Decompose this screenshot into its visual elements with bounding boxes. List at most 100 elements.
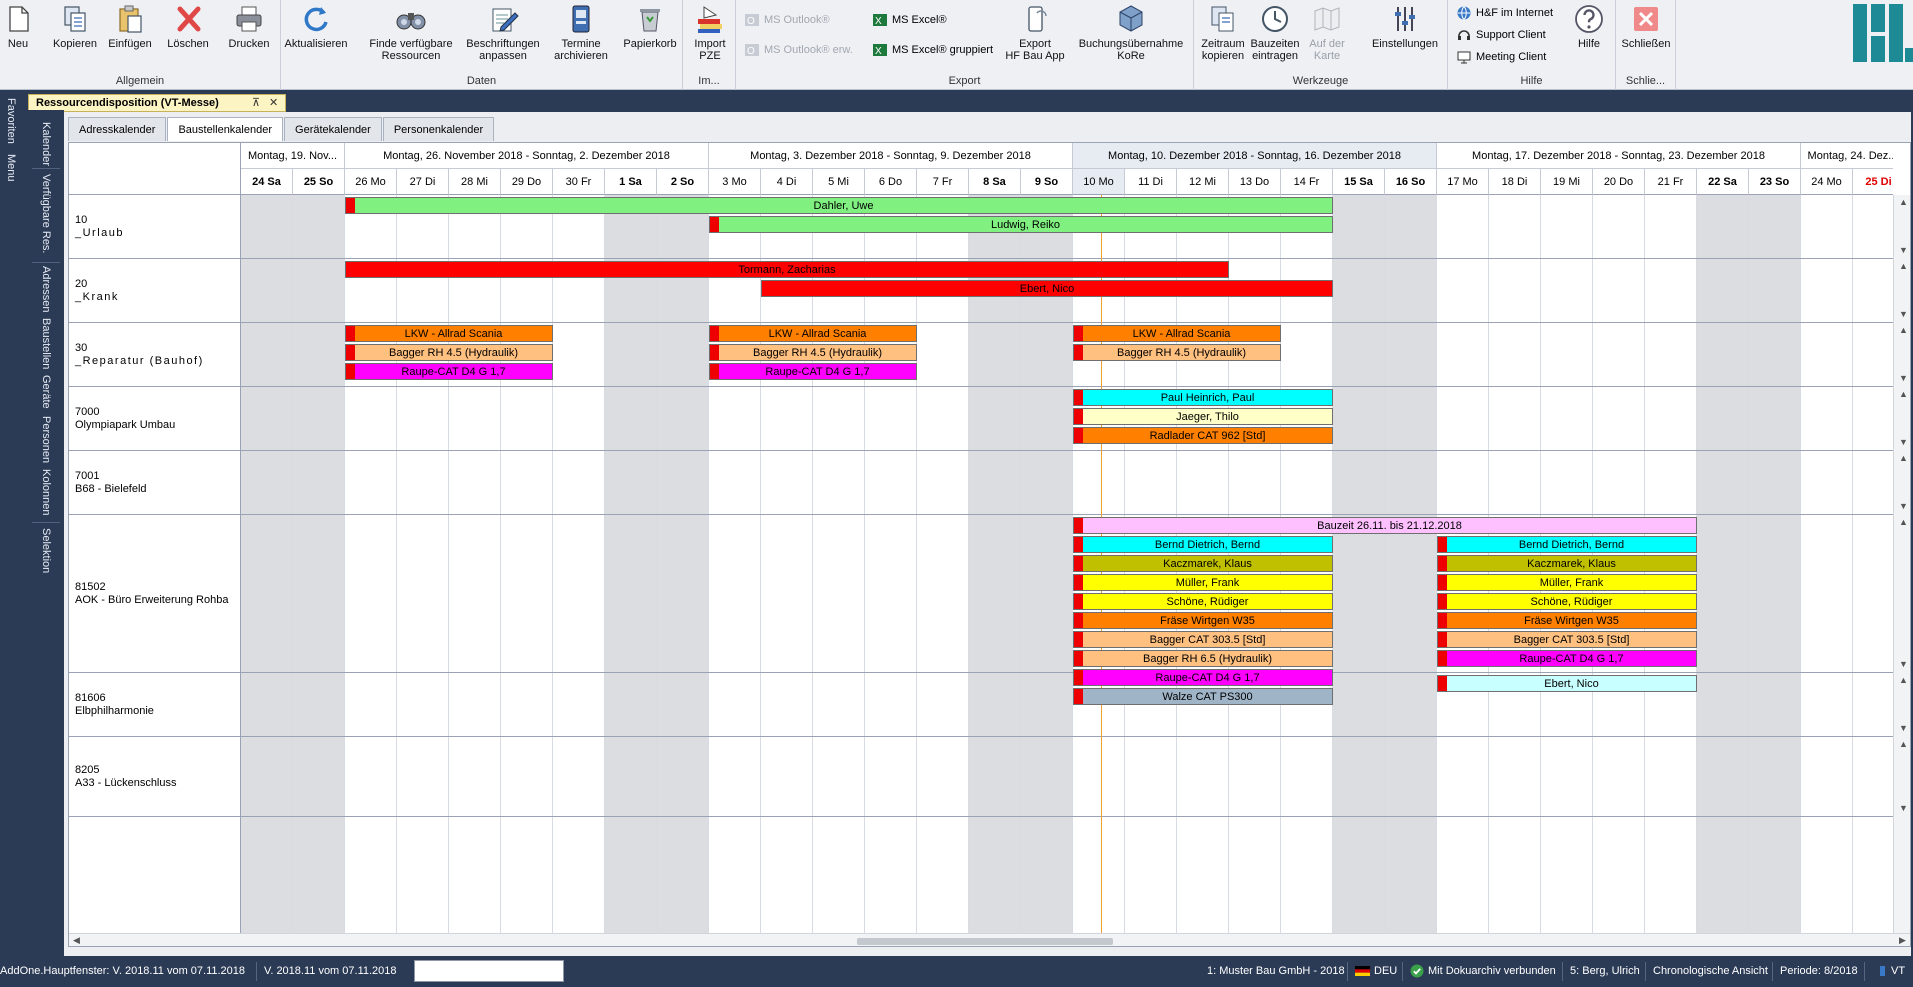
day-column[interactable]: [1021, 195, 1073, 933]
tab-adresskalender[interactable]: Adresskalender: [68, 117, 167, 141]
day-column[interactable]: [813, 195, 865, 933]
day-header[interactable]: 23 So: [1749, 169, 1801, 195]
sidebar-tab-kolonnen[interactable]: Kolonnen: [40, 469, 52, 516]
document-tab[interactable]: Ressourcendisposition (VT-Messe) ⊼ ✕: [28, 94, 286, 112]
meeting-client-button[interactable]: Meeting Client: [1456, 48, 1546, 66]
recycle-bin-button[interactable]: Papierkorb: [621, 3, 679, 69]
booking-bar[interactable]: Radlader CAT 962 [Std]: [1073, 427, 1333, 444]
favorites-tab[interactable]: Favoriten: [5, 98, 17, 144]
week-header[interactable]: Montag, 17. Dezember 2018 - Sonntag, 23.…: [1437, 143, 1801, 169]
day-column[interactable]: [293, 195, 345, 933]
settings-button[interactable]: Einstellungen: [1370, 3, 1440, 69]
booking-bar[interactable]: Paul Heinrich, Paul: [1073, 389, 1333, 406]
resource-row-label[interactable]: 7001 B68 - Bielefeld: [69, 451, 240, 515]
booking-bar[interactable]: Bagger RH 4.5 (Hydraulik): [1073, 344, 1281, 361]
day-column[interactable]: [709, 195, 761, 933]
booking-bar[interactable]: Fräse Wirtgen W35: [1437, 612, 1697, 629]
booking-bar[interactable]: Raupe-CAT D4 G 1,7: [1437, 650, 1697, 667]
booking-bar[interactable]: Schöne, Rüdiger: [1073, 593, 1333, 610]
day-header[interactable]: 30 Fr: [553, 169, 605, 195]
booking-bar[interactable]: Bagger RH 4.5 (Hydraulik): [345, 344, 553, 361]
day-column[interactable]: [1385, 195, 1437, 933]
day-header[interactable]: 8 Sa: [969, 169, 1021, 195]
booking-bar[interactable]: Müller, Frank: [1073, 574, 1333, 591]
copy-button[interactable]: Kopieren: [52, 3, 98, 69]
day-column[interactable]: [657, 195, 709, 933]
delete-button[interactable]: Löschen: [166, 3, 210, 69]
vertical-scrollbar[interactable]: ▲ ▼ ▲ ▼ ▲ ▼ ▲ ▼ ▲ ▼ ▲ ▼ ▲ ▼ ▲ ▼: [1893, 195, 1910, 933]
booking-bar[interactable]: LKW - Allrad Scania: [345, 325, 553, 342]
day-column[interactable]: [241, 195, 293, 933]
booking-bar[interactable]: Raupe-CAT D4 G 1,7: [709, 363, 917, 380]
day-header[interactable]: 27 Di: [397, 169, 449, 195]
hf-internet-link[interactable]: H&F im Internet: [1456, 4, 1553, 22]
enter-construction-times-button[interactable]: Bauzeiten eintragen: [1250, 3, 1300, 69]
day-header[interactable]: 15 Sa: [1333, 169, 1385, 195]
day-header[interactable]: 4 Di: [761, 169, 813, 195]
new-button[interactable]: Neu: [4, 3, 32, 69]
status-input-field[interactable]: [414, 960, 564, 982]
day-header[interactable]: 18 Di: [1489, 169, 1541, 195]
help-button[interactable]: Hilfe: [1568, 3, 1610, 69]
booking-bar[interactable]: Bauzeit 26.11. bis 21.12.2018: [1073, 517, 1697, 534]
day-column[interactable]: [1749, 195, 1801, 933]
day-header[interactable]: 16 So: [1385, 169, 1437, 195]
day-column[interactable]: [397, 195, 449, 933]
day-header[interactable]: 10 Mo: [1073, 169, 1125, 195]
week-header[interactable]: Montag, 19. Nov...: [241, 143, 345, 169]
resource-row-label[interactable]: 30 _Reparatur (Bauhof): [69, 323, 240, 387]
row-scroll-down-icon[interactable]: ▼: [1899, 659, 1908, 669]
booking-bar[interactable]: Bagger CAT 303.5 [Std]: [1073, 631, 1333, 648]
day-header[interactable]: 9 So: [1021, 169, 1073, 195]
scroll-left-icon[interactable]: ◀: [73, 935, 80, 946]
row-scroll-up-icon[interactable]: ▲: [1899, 739, 1908, 749]
paste-button[interactable]: Einfügen: [106, 3, 154, 69]
booking-bar[interactable]: Bagger CAT 303.5 [Std]: [1437, 631, 1697, 648]
tab-baustellenkalender[interactable]: Baustellenkalender: [167, 117, 284, 141]
row-scroll-up-icon[interactable]: ▲: [1899, 675, 1908, 685]
row-scroll-up-icon[interactable]: ▲: [1899, 389, 1908, 399]
day-column[interactable]: [761, 195, 813, 933]
resource-row-label[interactable]: 20 _Krank: [69, 259, 240, 323]
day-column[interactable]: [969, 195, 1021, 933]
day-column[interactable]: [605, 195, 657, 933]
export-ms-outlook-extended-button[interactable]: O MS Outlook® erw.: [744, 41, 853, 59]
booking-bar[interactable]: LKW - Allrad Scania: [1073, 325, 1281, 342]
resource-row-label[interactable]: 7000 Olympiapark Umbau: [69, 387, 240, 451]
sidebar-tab-verfuegbare-res[interactable]: Verfügbare Res.: [40, 174, 52, 254]
booking-bar[interactable]: LKW - Allrad Scania: [709, 325, 917, 342]
copy-period-button[interactable]: Zeitraum kopieren: [1200, 3, 1246, 69]
booking-bar[interactable]: Walze CAT PS300: [1073, 688, 1333, 705]
row-scroll-down-icon[interactable]: ▼: [1899, 245, 1908, 255]
row-scroll-up-icon[interactable]: ▲: [1899, 453, 1908, 463]
day-column[interactable]: [865, 195, 917, 933]
refresh-button[interactable]: Aktualisieren: [285, 3, 348, 69]
day-header[interactable]: 5 Mi: [813, 169, 865, 195]
close-button[interactable]: Schließen: [1620, 3, 1672, 69]
horizontal-scroll-thumb[interactable]: [857, 938, 1113, 945]
print-button[interactable]: Drucken: [226, 3, 272, 69]
resource-row-label[interactable]: 81606 Elbphilharmonie: [69, 673, 240, 737]
day-header[interactable]: 19 Mi: [1541, 169, 1593, 195]
booking-bar[interactable]: Ebert, Nico: [761, 280, 1333, 297]
day-column[interactable]: [1801, 195, 1853, 933]
resource-row-label[interactable]: 8205 A33 - Lückenschluss: [69, 737, 240, 817]
booking-bar[interactable]: Ludwig, Reiko: [709, 216, 1333, 233]
week-header[interactable]: Montag, 26. November 2018 - Sonntag, 2. …: [345, 143, 709, 169]
export-ms-excel-button[interactable]: X MS Excel®: [872, 11, 947, 29]
row-scroll-up-icon[interactable]: ▲: [1899, 261, 1908, 271]
scroll-right-icon[interactable]: ▶: [1899, 935, 1906, 946]
row-scroll-down-icon[interactable]: ▼: [1899, 803, 1908, 813]
day-header[interactable]: 29 Do: [501, 169, 553, 195]
close-tab-icon[interactable]: ✕: [269, 96, 278, 109]
row-scroll-down-icon[interactable]: ▼: [1899, 309, 1908, 319]
day-header[interactable]: 11 Di: [1125, 169, 1177, 195]
menu-tab[interactable]: Menu: [5, 154, 17, 182]
day-header[interactable]: 14 Fr: [1281, 169, 1333, 195]
sidebar-tab-personen[interactable]: Personen: [40, 416, 52, 463]
sidebar-tab-selektion[interactable]: Selektion: [40, 528, 52, 573]
day-column[interactable]: [1697, 195, 1749, 933]
day-column[interactable]: [345, 195, 397, 933]
day-header[interactable]: 3 Mo: [709, 169, 761, 195]
day-header[interactable]: 25 Di: [1853, 169, 1893, 195]
